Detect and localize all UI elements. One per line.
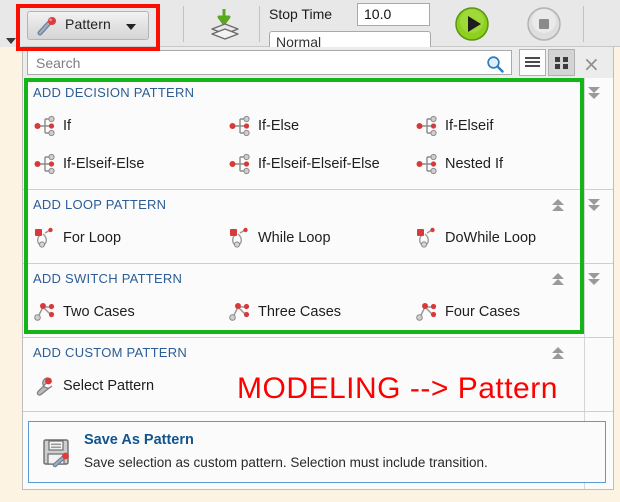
pattern-item-label: If-Elseif-Else	[63, 156, 145, 172]
grid-view-icon[interactable]	[548, 49, 575, 76]
pattern-item-nested-if[interactable]: Nested If	[415, 145, 503, 183]
section-title: ADD SWITCH PATTERN	[33, 271, 183, 286]
pattern-item-if-else[interactable]: If-Else	[228, 107, 299, 145]
decision-pattern-icon	[415, 115, 439, 137]
pattern-item-label: Three Cases	[258, 304, 342, 320]
pattern-item-label: Four Cases	[445, 304, 520, 320]
section-collapse-double-chevron-down-icon[interactable]	[585, 83, 603, 103]
section-header: ADD CUSTOM PATTERN	[23, 338, 613, 367]
run-button[interactable]	[455, 7, 489, 46]
pattern-item-label: For Loop	[63, 230, 122, 246]
pattern-item-select-pattern[interactable]: Select Pattern	[33, 367, 154, 405]
section-items: If If-Else If-Elseif If-Elseif-Else If-E…	[23, 107, 613, 189]
save-as-pattern-description: Save selection as custom pattern. Select…	[84, 455, 488, 470]
toolbar-separator	[259, 6, 260, 42]
pattern-item-four-cases[interactable]: Four Cases	[415, 293, 520, 331]
toolbar-overflow-caret-icon[interactable]	[6, 38, 16, 44]
pattern-item-if[interactable]: If	[33, 107, 71, 145]
stop-time-input[interactable]: 10.0	[357, 3, 430, 26]
annotation-text: MODELING --> Pattern	[237, 372, 558, 405]
search-icon[interactable]	[486, 55, 504, 78]
section-add-decision-pattern: ADD DECISION PATTERN If If-Else If-Elsei…	[23, 78, 613, 190]
section-items: Two Cases Three Cases Four Cases	[23, 293, 613, 337]
pattern-item-label: DoWhile Loop	[445, 230, 537, 246]
list-view-icon[interactable]	[519, 49, 546, 76]
section-header: ADD LOOP PATTERN	[23, 190, 613, 219]
pattern-item-label: Select Pattern	[63, 378, 155, 394]
pattern-item-label: Nested If	[445, 156, 504, 172]
section-title: ADD CUSTOM PATTERN	[33, 345, 188, 360]
pattern-item-if-elseif-elseif-else[interactable]: If-Elseif-Elseif-Else	[228, 145, 380, 183]
search-input[interactable]: Search	[27, 50, 512, 75]
section-items: For Loop While Loop DoWhile Loop	[23, 219, 613, 263]
section-collapse-double-chevron-down-icon[interactable]	[585, 269, 603, 289]
toolbar-separator	[583, 6, 584, 42]
section-collapse-double-chevron-down-icon[interactable]	[585, 195, 603, 215]
switch-pattern-icon	[228, 301, 252, 323]
section-add-loop-pattern: ADD LOOP PATTERN For Loop While Loop DoW…	[23, 190, 613, 264]
save-as-pattern-icon	[42, 438, 72, 473]
item-row: Two Cases Three Cases Four Cases	[23, 293, 613, 331]
pattern-item-label: Two Cases	[63, 304, 135, 320]
decision-pattern-icon	[228, 153, 252, 175]
save-as-pattern-card[interactable]: Save As Pattern Save selection as custom…	[28, 421, 606, 483]
select-pattern-icon	[33, 375, 57, 397]
pattern-item-two-cases[interactable]: Two Cases	[33, 293, 135, 331]
search-placeholder: Search	[36, 55, 81, 71]
close-icon[interactable]: ×	[583, 54, 600, 74]
switch-pattern-icon	[415, 301, 439, 323]
section-title: ADD LOOP PATTERN	[33, 197, 167, 212]
pattern-item-if-elseif-else[interactable]: If-Elseif-Else	[33, 145, 144, 183]
decision-pattern-icon	[415, 153, 439, 175]
pattern-item-label: While Loop	[258, 230, 331, 246]
section-expand-double-chevron-up-icon[interactable]	[549, 195, 567, 215]
search-row: Search ×	[23, 47, 613, 78]
save-as-pattern-title: Save As Pattern	[84, 432, 194, 448]
pattern-item-label: If-Elseif-Elseif-Else	[258, 156, 380, 172]
apply-layers-icon[interactable]	[205, 8, 245, 46]
pattern-item-label: If-Elseif	[445, 118, 494, 134]
pattern-item-while-loop[interactable]: While Loop	[228, 219, 331, 257]
section-add-switch-pattern: ADD SWITCH PATTERN Two Cases Three Cases…	[23, 264, 613, 338]
red-highlight-box	[16, 4, 160, 51]
loop-pattern-icon	[415, 227, 439, 249]
section-expand-double-chevron-up-icon[interactable]	[549, 343, 567, 363]
pattern-item-if-elseif[interactable]: If-Elseif	[415, 107, 493, 145]
loop-pattern-icon	[33, 227, 57, 249]
pattern-item-dowhile-loop[interactable]: DoWhile Loop	[415, 219, 536, 257]
decision-pattern-icon	[33, 153, 57, 175]
pattern-item-label: If	[63, 118, 72, 134]
item-row: If-Elseif-Else If-Elseif-Elseif-Else Nes…	[23, 145, 613, 183]
section-header: ADD DECISION PATTERN	[23, 78, 613, 107]
section-title: ADD DECISION PATTERN	[33, 85, 195, 100]
item-row: If If-Else If-Elseif	[23, 107, 613, 145]
pattern-item-for-loop[interactable]: For Loop	[33, 219, 121, 257]
stop-time-label: Stop Time	[269, 6, 333, 22]
switch-pattern-icon	[33, 301, 57, 323]
section-expand-double-chevron-up-icon[interactable]	[549, 269, 567, 289]
toolbar-separator	[183, 6, 184, 42]
decision-pattern-icon	[33, 115, 57, 137]
loop-pattern-icon	[228, 227, 252, 249]
item-row: For Loop While Loop DoWhile Loop	[23, 219, 613, 257]
pattern-gallery-panel: Search × ADD DECISION PATTERN If If-Else…	[22, 47, 614, 490]
pattern-item-three-cases[interactable]: Three Cases	[228, 293, 341, 331]
stop-button[interactable]	[527, 7, 561, 46]
pattern-item-label: If-Else	[258, 118, 300, 134]
decision-pattern-icon	[228, 115, 252, 137]
section-header: ADD SWITCH PATTERN	[23, 264, 613, 293]
